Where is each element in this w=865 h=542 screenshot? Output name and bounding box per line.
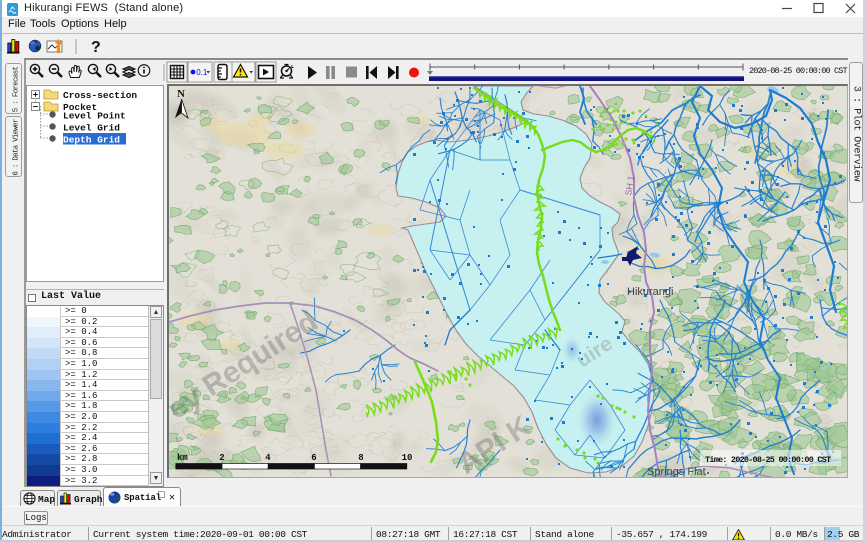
svg-text:6: 6 — [311, 453, 316, 463]
svg-text:8: 8 — [358, 453, 363, 463]
svg-text:0.1: 0.1 — [196, 68, 208, 77]
svg-text:Level Grid: Level Grid — [63, 123, 120, 134]
svg-text:6 : Data Viewer: 6 : Data Viewer — [13, 119, 21, 176]
svg-text:2020-08-25 00:00:00 CST: 2020-08-25 00:00:00 CST — [749, 66, 848, 76]
svg-text:Hikurangi: Hikurangi — [627, 286, 673, 298]
svg-text:Springs Flat: Springs Flat — [647, 466, 706, 477]
svg-text:10: 10 — [402, 453, 413, 463]
svg-text:km: km — [177, 453, 188, 463]
svg-text:5 : Forecast: 5 : Forecast — [13, 66, 21, 112]
svg-text:Level Point: Level Point — [63, 111, 126, 122]
svg-text:Time: 2020-08-25 00:00:00 CST: Time: 2020-08-25 00:00:00 CST — [705, 455, 831, 465]
svg-text:Depth Grid: Depth Grid — [63, 135, 120, 146]
svg-text:2: 2 — [219, 453, 224, 463]
svg-text:4: 4 — [265, 453, 271, 463]
svg-text:Cross-section: Cross-section — [63, 90, 137, 101]
svg-text:?: ? — [91, 39, 101, 56]
svg-text:N: N — [177, 88, 185, 100]
svg-text:3 : Plot Overview: 3 : Plot Overview — [851, 86, 863, 182]
